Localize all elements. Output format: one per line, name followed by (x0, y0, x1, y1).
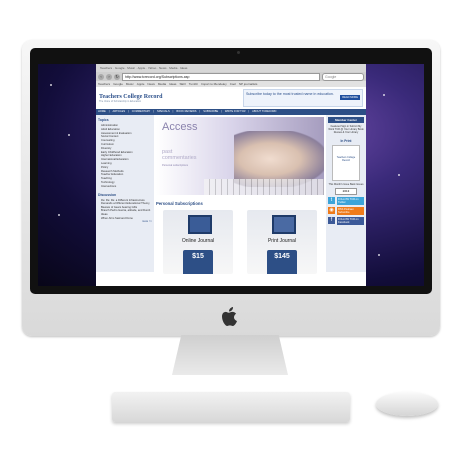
topics-heading: Topics (98, 118, 109, 122)
keyboard-image (204, 179, 324, 195)
hero-subtitle: past commentaries (162, 149, 197, 161)
star (383, 94, 385, 96)
keyboard (112, 392, 350, 422)
price-badge[interactable]: $145 (267, 250, 297, 274)
bookmark-item[interactable]: Teachers (98, 81, 110, 87)
bookmark-item[interactable]: NP journalists (239, 81, 257, 87)
topic-link[interactable]: Intersections (98, 185, 152, 189)
subscribe-banner[interactable]: Subscribe today to the most trusted name… (243, 89, 363, 107)
year-select[interactable]: 2013 (335, 187, 357, 195)
bookmark-item[interactable]: SEO (179, 81, 185, 87)
bookmark-item[interactable]: Import to Mendeley (201, 81, 227, 87)
imac-monitor: Teachers · Google · Music · Apple · Yaho… (22, 40, 440, 336)
hero-subtitle-line: commentaries (162, 155, 197, 161)
computer-icon (188, 215, 212, 234)
star (58, 214, 60, 216)
discussion-heading: Discussion (98, 192, 117, 197)
menu-item[interactable]: Teachers (100, 66, 112, 70)
back-icon[interactable]: ‹ (98, 73, 104, 80)
hero-caption: Personal subscriptions (162, 164, 189, 167)
print-journal-card[interactable]: Print Journal $145 (247, 210, 317, 274)
bookmark-item[interactable]: Apple (137, 81, 145, 87)
banner-text: Subscribe today to the most trusted name… (246, 92, 334, 96)
online-journal-card[interactable]: Online Journal $15 (163, 210, 233, 274)
menu-item[interactable]: Apple (138, 66, 146, 70)
read-more-button[interactable]: READ MORE (340, 95, 360, 100)
menu-item[interactable]: Yahoo (148, 66, 156, 70)
social-label: RSS Podcast Subscribe (337, 206, 364, 215)
bookmark-item[interactable]: Music (126, 81, 134, 87)
search-input[interactable]: Google (322, 72, 364, 81)
main-column: Access past commentaries Personal subscr… (154, 115, 326, 274)
card-label: Print Journal (267, 238, 297, 244)
twitter-icon: t (328, 197, 335, 205)
magic-mouse (376, 392, 438, 416)
apple-logo-icon (222, 307, 237, 326)
issue-links[interactable]: This Month's Issue Back Issues (328, 183, 364, 186)
social-label: FOLLOW TCR on Facebook (337, 216, 364, 225)
subscription-cards: Online Journal $15 Print Journal $145 (156, 210, 324, 274)
rss-subscribe[interactable]: ◉ RSS Podcast Subscribe (328, 206, 364, 215)
star (50, 84, 52, 86)
menu-item[interactable]: Media (169, 66, 177, 70)
site-tagline: The Voice of Scholarship in Education (99, 99, 142, 103)
hero-title: Access (162, 121, 198, 133)
member-center-heading: Member Center (328, 117, 364, 123)
bookmark-item[interactable]: Google (113, 81, 123, 87)
bookmark-item[interactable]: Media (158, 81, 166, 87)
screen-bezel: Teachers · Google · Music · Apple · Yaho… (30, 48, 432, 294)
section-title: Personal Subscriptions (156, 201, 203, 206)
hero-banner[interactable]: Access past commentaries Personal subscr… (156, 117, 324, 195)
monitor-stand (172, 335, 288, 375)
left-sidebar: Topics Administration Adult Education As… (96, 115, 154, 272)
in-print-heading: In Print (340, 138, 352, 143)
discussion-link[interactable]: Branch Pedro Garcia, attitude, and Dumb … (98, 209, 152, 216)
more-link[interactable]: more >> (98, 220, 152, 223)
bookmark-item[interactable]: Tumblr (189, 81, 198, 87)
menu-item[interactable]: Music (127, 66, 135, 70)
social-label: FOLLOW TCR on Twitter (337, 196, 364, 205)
menu-item[interactable]: Google (115, 66, 125, 70)
browser-toolbar: ‹ › ↻ http://www.tcrecord.org/Subscripti… (96, 72, 366, 81)
journal-cover[interactable]: Teachers College Record (332, 144, 360, 181)
desktop-screen: Teachers · Google · Music · Apple · Yaho… (38, 64, 424, 286)
site-logo[interactable]: Teachers College Record (99, 94, 162, 100)
star (398, 174, 400, 176)
facebook-icon: f (328, 217, 335, 225)
bookmark-item[interactable]: News (147, 81, 155, 87)
forward-icon[interactable]: › (106, 73, 112, 80)
reload-icon[interactable]: ↻ (114, 73, 120, 80)
menu-item[interactable]: Ideas (180, 66, 187, 70)
site-header: Teachers College Record The Voice of Sch… (96, 87, 366, 109)
browser-window: Teachers · Google · Music · Apple · Yaho… (96, 64, 366, 286)
facebook-follow[interactable]: f FOLLOW TCR on Facebook (328, 216, 364, 225)
bookmark-item[interactable]: Cool (230, 81, 236, 87)
star (378, 254, 380, 256)
camera-icon (237, 51, 240, 54)
page-content: Topics Administration Adult Education As… (96, 115, 366, 274)
bookmark-item[interactable]: Ideas (169, 81, 176, 87)
card-label: Online Journal (181, 238, 215, 244)
browser-menu-bar: Teachers · Google · Music · Apple · Yaho… (96, 64, 366, 72)
right-sidebar: Member Center Featured Sign in Submit My… (326, 115, 366, 272)
rss-icon: ◉ (328, 207, 335, 215)
menu-item[interactable]: News (159, 66, 167, 70)
member-center-links[interactable]: Featured Sign in Submit My Work TCR @ Yo… (328, 125, 364, 135)
address-bar[interactable]: http://www.tcrecord.org/Subscriptions.as… (122, 72, 320, 81)
twitter-follow[interactable]: t FOLLOW TCR on Twitter (328, 196, 364, 205)
star (68, 134, 70, 136)
discussion-link[interactable]: Re: Re: Re: a Different Infrastructure D… (98, 199, 152, 210)
price-badge[interactable]: $15 (183, 250, 213, 274)
books-icon (272, 215, 296, 234)
